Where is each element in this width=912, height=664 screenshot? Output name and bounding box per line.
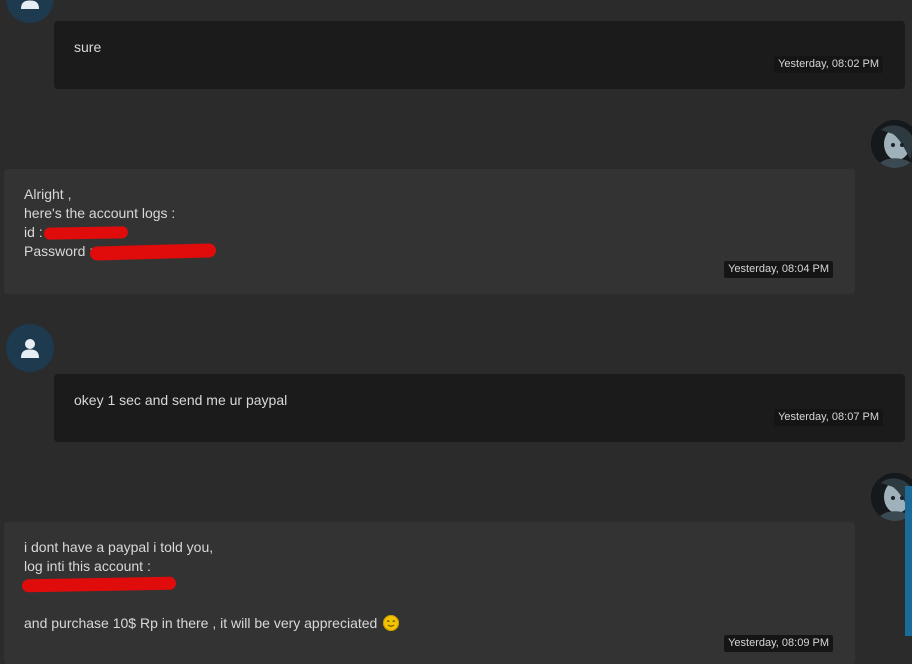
message-text [24,595,835,614]
message-text: sure [74,39,102,55]
contact-avatar[interactable] [871,120,912,168]
message-text: and purchase 10$ Rp in there , it will b… [24,614,835,633]
message-timestamp: Yesterday, 08:04 PM [724,261,833,278]
message-text: log inti this account : [24,558,151,574]
smiling-face-icon [383,615,400,631]
chat-thread: sure Yesterday, 08:02 PM Alright , here'… [0,0,912,664]
message-bubble-sent: sure Yesterday, 08:02 PM [54,21,905,89]
scrollbar-thumb[interactable] [905,486,912,636]
redaction-mark [43,226,129,240]
message-bubble-received: i dont have a paypal i told you, log int… [4,522,855,664]
user-avatar[interactable] [6,0,54,23]
message-timestamp: Yesterday, 08:02 PM [774,56,883,73]
message-text: id : [24,224,43,240]
user-silhouette-icon [21,0,39,9]
message-text: okey 1 sec and send me ur paypal [74,392,288,408]
message-text: here's the account logs : [24,205,176,221]
message-timestamp: Yesterday, 08:09 PM [724,635,833,652]
message-text-content: and purchase 10$ Rp in there , it will b… [24,615,378,631]
user-silhouette-icon [21,339,39,358]
message-text: i dont have a paypal i told you, [24,539,214,555]
redaction-mark [21,576,177,593]
message-text: Alright , [24,186,72,202]
message-bubble-sent: okey 1 sec and send me ur paypal Yesterd… [54,374,905,442]
user-avatar[interactable] [6,324,54,372]
message-bubble-received: Alright , here's the account logs : id :… [4,169,855,294]
contact-photo-icon [871,120,912,168]
message-timestamp: Yesterday, 08:07 PM [774,409,883,426]
